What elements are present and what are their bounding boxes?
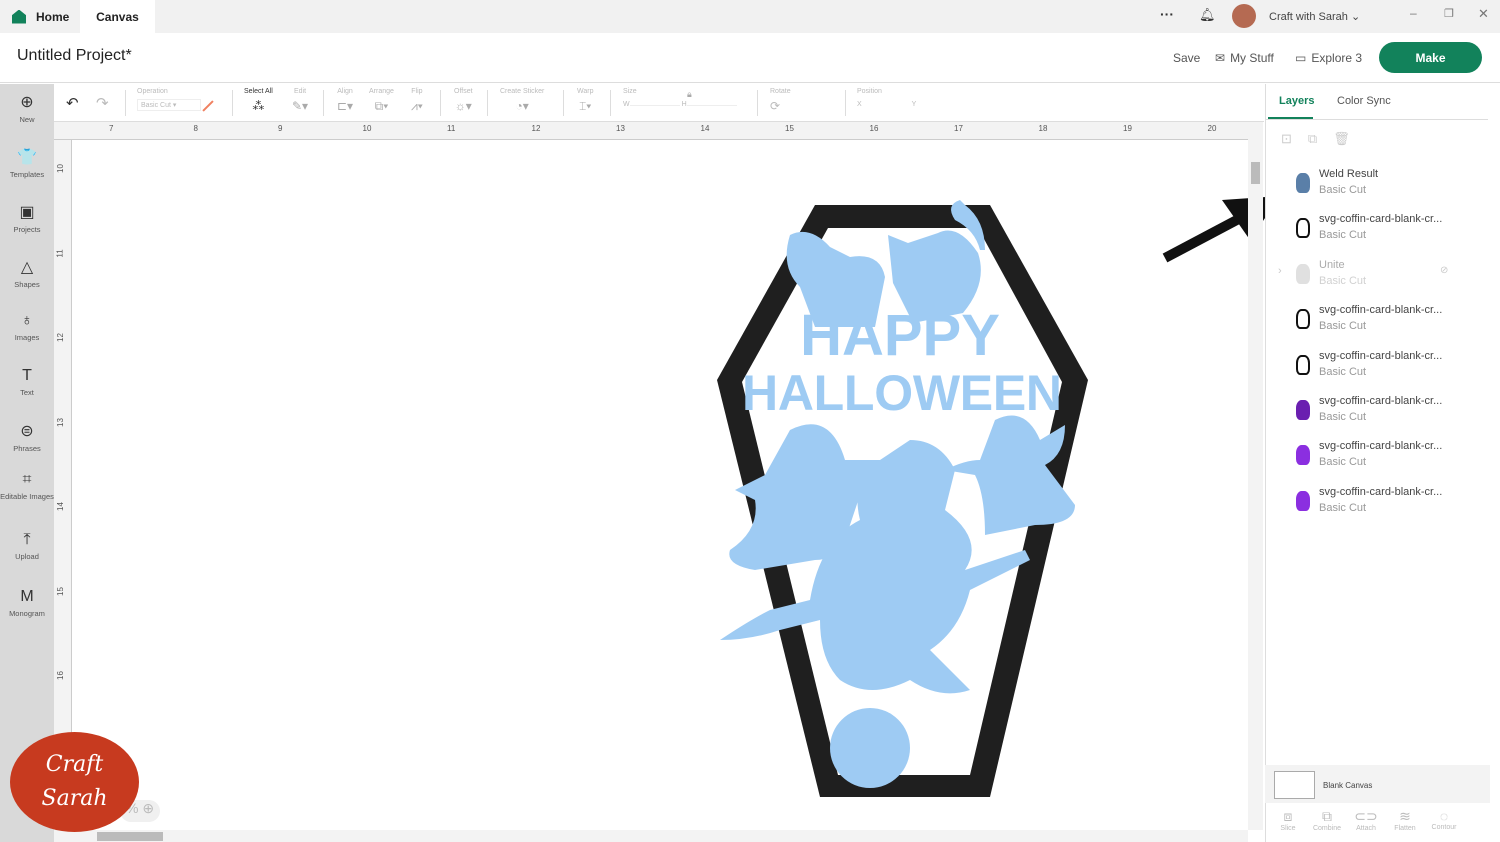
- pumpkin: [830, 708, 910, 788]
- layer-thumbnail: [1296, 173, 1310, 193]
- slice-button[interactable]: ⧈ Slice: [1268, 808, 1308, 832]
- craft-with-sarah-logo: Craft Sarah: [10, 732, 139, 832]
- artwork-happy: HAPPY: [800, 303, 1000, 368]
- contour-label: Contour: [1431, 824, 1457, 831]
- layer-operation: Basic Cut: [1319, 229, 1367, 242]
- layer-operation: Basic Cut: [1319, 456, 1367, 469]
- divider: [1266, 119, 1488, 120]
- layer-operation: Basic Cut: [1319, 501, 1367, 514]
- layer-item[interactable]: svg-coffin-card-blank-cr... Basic Cut: [1270, 395, 1485, 439]
- contour-icon: ◌: [1439, 808, 1449, 824]
- layer-item[interactable]: svg-coffin-card-blank-cr... Basic Cut: [1270, 440, 1485, 484]
- combine-button[interactable]: ⧉ Combine: [1307, 808, 1347, 832]
- slice-icon: ⧈: [1283, 808, 1293, 824]
- contour-button[interactable]: ◌ Contour: [1424, 808, 1464, 831]
- group-icon[interactable]: ⊡: [1281, 131, 1308, 146]
- slice-label: Slice: [1280, 825, 1296, 832]
- layer-item[interactable]: svg-coffin-card-blank-cr... Basic Cut: [1270, 213, 1485, 257]
- layer-thumbnail: [1296, 400, 1310, 420]
- layer-operation: Basic Cut: [1319, 184, 1367, 196]
- layer-item[interactable]: Weld Result Basic Cut: [1270, 168, 1485, 212]
- layer-actions: ⊡⧉🗑︎: [1281, 131, 1366, 147]
- layer-operation: Basic Cut: [1319, 274, 1367, 287]
- layer-item[interactable]: svg-coffin-card-blank-cr... Basic Cut: [1270, 350, 1485, 394]
- expand-chevron-icon[interactable]: ›: [1278, 265, 1282, 277]
- flatten-button[interactable]: ≋ Flatten: [1385, 808, 1425, 832]
- layer-name: svg-coffin-card-blank-cr...: [1319, 440, 1443, 453]
- combine-icon: ⧉: [1322, 808, 1332, 824]
- flatten-icon: ≋: [1399, 808, 1411, 824]
- tab-layers[interactable]: Layers: [1279, 95, 1314, 107]
- layer-operation: Basic Cut: [1319, 320, 1367, 333]
- layer-operation: Basic Cut: [1319, 365, 1367, 378]
- layer-name: svg-coffin-card-blank-cr...: [1319, 213, 1443, 226]
- layer-name: Weld Result: [1319, 168, 1379, 180]
- attach-icon: ⊂⊃: [1354, 808, 1378, 824]
- vertical-scrollbar[interactable]: [1248, 122, 1263, 830]
- flatten-label: Flatten: [1394, 825, 1416, 832]
- layer-thumbnail: [1296, 445, 1310, 466]
- tab-color-sync[interactable]: Color Sync: [1337, 95, 1391, 107]
- layer-thumbnail: [1296, 309, 1310, 330]
- artwork-halloween: HALLOWEEN: [742, 365, 1062, 421]
- scroll-thumb[interactable]: [1251, 162, 1260, 184]
- blank-canvas-row[interactable]: Blank Canvas: [1265, 765, 1490, 803]
- layer-name: svg-coffin-card-blank-cr...: [1319, 485, 1443, 498]
- scroll-thumb[interactable]: [97, 832, 163, 841]
- layer-item[interactable]: svg-coffin-card-blank-cr... Basic Cut: [1270, 304, 1485, 348]
- layer-name: Unite: [1319, 258, 1345, 271]
- horizontal-scrollbar[interactable]: [54, 830, 1248, 842]
- duplicate-icon[interactable]: ⧉: [1308, 131, 1333, 146]
- hidden-eye-icon[interactable]: ⊘: [1440, 265, 1448, 276]
- canvas-thumbnail: [1274, 771, 1315, 799]
- layer-name: svg-coffin-card-blank-cr...: [1319, 349, 1443, 362]
- layer-thumbnail: [1296, 490, 1310, 511]
- combine-label: Combine: [1312, 825, 1341, 832]
- attach-button[interactable]: ⊂⊃ Attach: [1346, 808, 1386, 832]
- blank-canvas-label: Blank Canvas: [1323, 781, 1373, 790]
- delete-icon[interactable]: 🗑︎: [1333, 131, 1366, 146]
- layer-thumbnail: [1296, 218, 1310, 239]
- layer-name: svg-coffin-card-blank-cr...: [1319, 304, 1443, 317]
- layer-name: svg-coffin-card-blank-cr...: [1319, 395, 1443, 407]
- zoom-in-icon[interactable]: ⊕: [142, 800, 154, 816]
- layer-thumbnail: [1296, 263, 1310, 284]
- layer-thumbnail: [1296, 354, 1310, 375]
- layer-item[interactable]: › Unite Basic Cut ⊘: [1270, 259, 1485, 303]
- attach-label: Attach: [1356, 825, 1376, 832]
- layer-operation: Basic Cut: [1319, 411, 1367, 423]
- layer-item[interactable]: svg-coffin-card-blank-cr... Basic Cut: [1270, 486, 1485, 530]
